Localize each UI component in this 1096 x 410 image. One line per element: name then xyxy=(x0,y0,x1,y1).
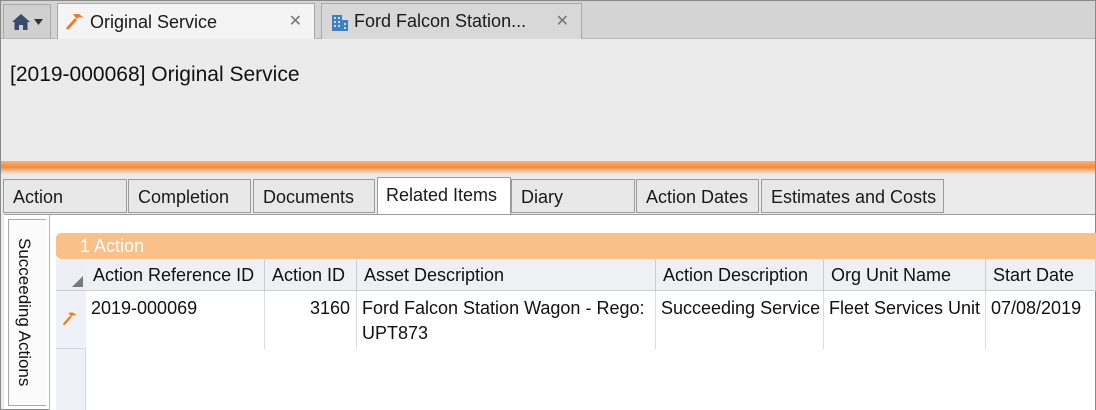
tab-label: Original Service xyxy=(90,11,218,32)
cell-action-reference-id: 2019-000069 xyxy=(86,291,265,349)
asset-description-line: Ford Falcon Station Wagon - Rego: xyxy=(362,298,645,318)
column-header-org-unit-name[interactable]: Org Unit Name xyxy=(824,259,986,291)
hammer-icon xyxy=(66,14,84,30)
cell-asset-description: Ford Falcon Station Wagon - Rego: UPT873 xyxy=(357,291,656,349)
side-tab-label: Succeeding Actions xyxy=(15,238,34,387)
column-header-action-reference-id[interactable]: Action Reference ID xyxy=(86,259,265,291)
hammer-icon xyxy=(62,312,78,326)
page-title: [2019-000068] Original Service xyxy=(10,63,300,86)
column-header-start-date[interactable]: Start Date xyxy=(986,259,1096,291)
chevron-down-icon xyxy=(34,18,43,25)
tab-succeeding-actions[interactable]: Succeeding Actions xyxy=(8,219,46,406)
tab-related-items[interactable]: Related Items xyxy=(377,177,511,215)
group-header[interactable]: 1 Action xyxy=(56,233,1096,259)
cell-org-unit-name: Fleet Services Unit xyxy=(824,291,986,349)
cell-action-id: 3160 xyxy=(265,291,357,349)
table-row[interactable]: 2019-000069 3160 Ford Falcon Station Wag… xyxy=(86,291,1096,349)
building-icon xyxy=(332,14,348,31)
record-header: [2019-000068] Original Service xyxy=(1,39,1095,161)
tab-original-service[interactable]: Original Service ✕ xyxy=(57,3,315,40)
close-icon[interactable]: ✕ xyxy=(556,11,569,31)
column-header-asset-description[interactable]: Asset Description xyxy=(357,259,656,291)
column-headers: Action Reference ID Action ID Asset Desc… xyxy=(86,259,1096,291)
column-header-action-id[interactable]: Action ID xyxy=(265,259,357,291)
home-icon xyxy=(12,13,30,30)
column-header-action-description[interactable]: Action Description xyxy=(656,259,824,291)
succeeding-actions-grid: 1 Action Action Reference ID Action ID A… xyxy=(49,215,1096,410)
grid-corner[interactable] xyxy=(56,259,86,291)
tab-estimates-and-costs[interactable]: Estimates and Costs xyxy=(761,179,944,213)
home-menu-button[interactable] xyxy=(3,4,51,38)
tab-ford-falcon[interactable]: Ford Falcon Station... ✕ xyxy=(321,3,582,39)
tab-documents[interactable]: Documents xyxy=(253,179,375,213)
close-icon[interactable]: ✕ xyxy=(289,11,302,31)
section-tabs: Action Completion Documents Related Item… xyxy=(1,177,1095,215)
tab-label: Ford Falcon Station... xyxy=(354,11,527,31)
row-indicator[interactable] xyxy=(56,291,86,349)
related-items-panel: Succeeding Actions 1 Action Action Refer… xyxy=(4,214,1096,410)
document-tab-strip: Original Service ✕ Ford Falcon Station..… xyxy=(1,1,1095,40)
tab-diary[interactable]: Diary xyxy=(511,179,635,213)
cell-action-description: Succeeding Service xyxy=(656,291,824,349)
asset-description-line: UPT873 xyxy=(362,323,429,343)
tab-action[interactable]: Action xyxy=(3,179,127,213)
tab-action-dates[interactable]: Action Dates xyxy=(636,179,759,213)
accent-divider xyxy=(1,161,1095,175)
cell-start-date: 07/08/2019 xyxy=(991,298,1082,318)
tab-completion[interactable]: Completion xyxy=(128,179,251,213)
